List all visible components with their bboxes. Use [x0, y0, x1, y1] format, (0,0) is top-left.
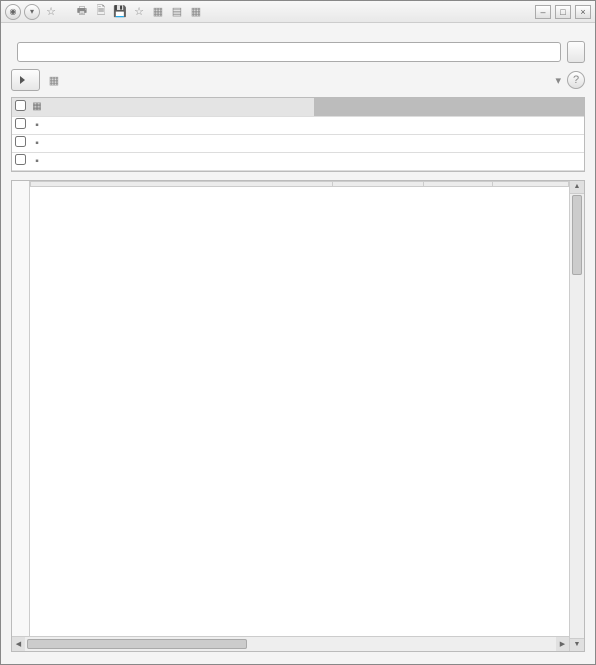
filter-label[interactable]	[45, 98, 204, 116]
print-icon[interactable]: 🖶	[74, 4, 90, 20]
col-busy	[423, 181, 493, 186]
scroll-thumb[interactable]	[27, 639, 247, 649]
dropdown-icon[interactable]: ▾	[24, 4, 40, 20]
filter-checkbox[interactable]	[15, 136, 26, 147]
col-vac	[493, 181, 569, 186]
col-qty	[333, 181, 424, 186]
scroll-thumb[interactable]	[572, 195, 582, 275]
app-menu-icon[interactable]: ◉	[5, 4, 21, 20]
all-actions-link[interactable]: ▾	[555, 74, 561, 87]
scroll-down-icon[interactable]: ▼	[570, 638, 584, 651]
scroll-right-icon[interactable]: ▶	[556, 637, 569, 651]
filter-value[interactable]	[314, 134, 584, 152]
close-button[interactable]: ×	[575, 5, 591, 19]
filter-op[interactable]	[204, 98, 314, 116]
filter-op[interactable]	[204, 116, 314, 134]
filter-row: ▪	[12, 134, 584, 152]
save-icon[interactable]: 💾	[112, 4, 128, 20]
org-icon: ▪	[29, 116, 45, 134]
filter-value[interactable]	[314, 98, 584, 116]
settings-icon[interactable]: ▦	[46, 72, 62, 88]
star-icon[interactable]: ☆	[43, 4, 59, 20]
m-icon[interactable]	[207, 4, 223, 20]
filter-row: ▦	[12, 98, 584, 116]
vertical-scrollbar[interactable]: ▲ ▼	[569, 181, 584, 651]
filter-label[interactable]	[45, 152, 204, 170]
filter-label[interactable]	[45, 134, 204, 152]
scroll-up-icon[interactable]: ▲	[570, 181, 584, 194]
preview-icon[interactable]: 🗎	[93, 4, 109, 20]
filter-op[interactable]	[204, 134, 314, 152]
m-plus-icon[interactable]	[226, 4, 242, 20]
choose-variant-button[interactable]	[567, 41, 585, 63]
calendar-icon: ▦	[29, 98, 45, 116]
filter-checkbox[interactable]	[15, 118, 26, 129]
filter-checkbox[interactable]	[15, 100, 26, 111]
report-table	[30, 181, 569, 187]
scroll-left-icon[interactable]: ◀	[12, 637, 25, 651]
titlebar: ◉ ▾ ☆ 🖶 🗎 💾 ☆ ▦ ▤ ▦ – □ ×	[1, 1, 595, 23]
dept-icon: ▪	[29, 134, 45, 152]
filters-panel: ▦ ▪ ▪	[11, 97, 585, 172]
maximize-button[interactable]: □	[555, 5, 571, 19]
calendar-icon[interactable]: ▦	[188, 4, 204, 20]
position-icon: ▪	[29, 152, 45, 170]
report-area: ▲ ▼ ◀ ▶	[11, 180, 585, 652]
calc-icon[interactable]: ▤	[169, 4, 185, 20]
minimize-button[interactable]: –	[535, 5, 551, 19]
filter-label[interactable]	[45, 116, 204, 134]
favorite-icon[interactable]: ☆	[131, 4, 147, 20]
generate-button[interactable]	[11, 69, 40, 91]
filter-row: ▪	[12, 152, 584, 170]
play-icon	[20, 76, 25, 84]
filter-value[interactable]	[314, 116, 584, 134]
m-minus-icon[interactable]	[245, 4, 261, 20]
filter-op[interactable]	[204, 152, 314, 170]
app-window: ◉ ▾ ☆ 🖶 🗎 💾 ☆ ▦ ▤ ▦ – □ × ▦ ▾	[0, 0, 596, 665]
help-button[interactable]: ?	[567, 71, 585, 89]
horizontal-scrollbar[interactable]: ◀ ▶	[12, 636, 569, 651]
tree-gutter	[12, 181, 30, 651]
grid-icon[interactable]: ▦	[150, 4, 166, 20]
filter-value[interactable]	[314, 152, 584, 170]
filter-checkbox[interactable]	[15, 154, 26, 165]
filter-row: ▪	[12, 116, 584, 134]
variant-field[interactable]	[17, 42, 561, 62]
